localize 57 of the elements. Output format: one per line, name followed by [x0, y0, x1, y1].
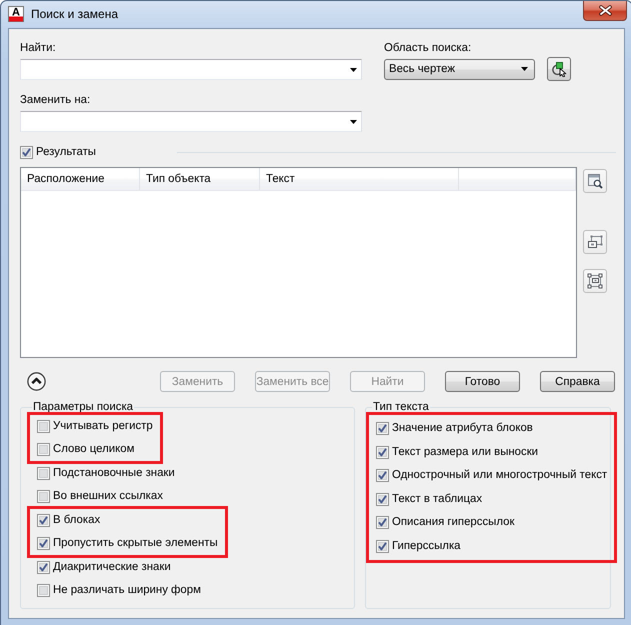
- group-title: Параметры поиска: [32, 400, 134, 414]
- magnifier-icon: [587, 173, 603, 189]
- checkbox-label: Подстановочные знаки: [53, 466, 175, 481]
- group-title: Тип текста: [372, 400, 430, 414]
- checkbox[interactable]: [37, 443, 50, 456]
- checkbox-label: В блоках: [53, 513, 100, 528]
- checkbox[interactable]: [37, 561, 50, 574]
- checkbox-label: Описания гиперссылок: [392, 515, 514, 530]
- caret-icon: [521, 67, 528, 71]
- checkbox[interactable]: [37, 514, 50, 527]
- checkbox-label: Результаты: [36, 145, 96, 160]
- checkbox-label: Гиперссылка: [392, 538, 461, 554]
- caret-icon: [350, 120, 357, 124]
- nested-frame-icon: [587, 234, 603, 250]
- checkbox[interactable]: [37, 584, 50, 597]
- column-header[interactable]: Текст: [260, 168, 459, 190]
- checkbox-label: Диакритические знаки: [53, 560, 171, 575]
- checkbox[interactable]: [37, 467, 50, 480]
- checkbox[interactable]: [20, 146, 33, 159]
- checkbox[interactable]: [376, 422, 389, 436]
- select-all-button[interactable]: [583, 269, 607, 293]
- checkbox[interactable]: [37, 537, 50, 550]
- checkbox-label: Слово целиком: [53, 442, 134, 457]
- checkbox-label: Учитывать регистр: [53, 419, 153, 434]
- checkbox-label: Однострочный или многострочный текст: [392, 468, 608, 484]
- close-button[interactable]: [583, 1, 627, 21]
- select-objects-button[interactable]: [547, 57, 571, 81]
- checkbox[interactable]: [37, 490, 50, 503]
- checkbox-label: Текст размера или выноски: [392, 444, 538, 460]
- column-header[interactable]: Расположение: [21, 168, 140, 190]
- pointer-icon: [551, 61, 567, 77]
- field-label: Заменить на:: [20, 93, 90, 108]
- checkbox[interactable]: [376, 540, 389, 553]
- app-logo: A: [8, 6, 24, 22]
- scope-dropdown[interactable]: Весь чертеж: [384, 58, 535, 80]
- window-title: Поиск и замена: [31, 7, 118, 22]
- dialog-button[interactable]: Справка: [540, 371, 615, 392]
- checkbox[interactable]: [376, 516, 389, 530]
- checkbox-label: Текст в таблицах: [392, 492, 482, 507]
- checkbox-label: Пропустить скрытые элементы: [53, 536, 218, 551]
- zoom-to-button[interactable]: [583, 169, 607, 193]
- dialog-button[interactable]: Готово: [445, 371, 520, 392]
- checkbox-label: Во внешних ссылках: [53, 489, 163, 504]
- close-icon: [598, 5, 612, 16]
- checkbox[interactable]: [376, 492, 389, 506]
- select-button[interactable]: [583, 230, 607, 254]
- checkbox[interactable]: [37, 420, 50, 433]
- checkbox[interactable]: [376, 469, 389, 482]
- chevron-circle-icon[interactable]: [27, 372, 46, 391]
- column-header[interactable]: Тип объекта: [140, 168, 260, 190]
- field-label: Найти:: [20, 41, 56, 56]
- grip-frame-icon: [587, 273, 603, 289]
- caret-icon: [350, 68, 357, 72]
- checkbox[interactable]: [376, 446, 389, 459]
- checkbox-label: Не различать ширину форм: [53, 583, 201, 598]
- checkbox-label: Значение атрибута блоков: [392, 421, 533, 436]
- field-label: Область поиска:: [384, 41, 472, 56]
